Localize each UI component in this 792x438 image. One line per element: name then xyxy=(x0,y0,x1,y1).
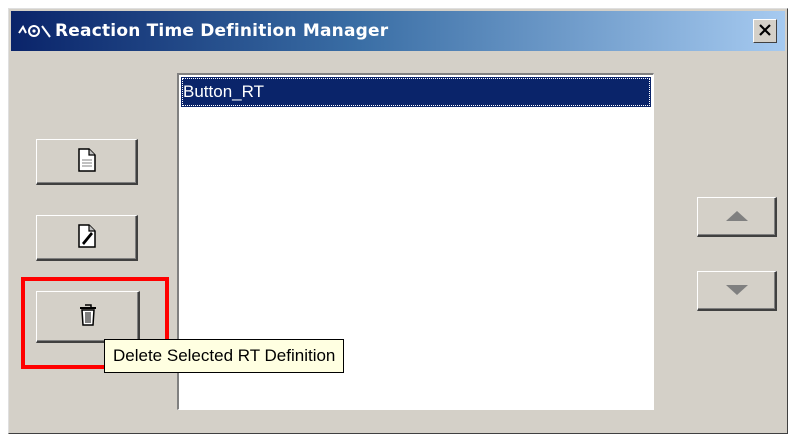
list-item[interactable]: Button_RT xyxy=(181,77,651,107)
title-bar[interactable]: Reaction Time Definition Manager xyxy=(11,11,785,51)
move-up-button[interactable] xyxy=(697,197,777,237)
edit-document-icon xyxy=(77,223,97,252)
close-icon xyxy=(758,22,772,41)
move-down-button[interactable] xyxy=(697,271,777,311)
reaction-time-definition-manager-window: Reaction Time Definition Manager Button_… xyxy=(8,8,788,434)
close-button[interactable] xyxy=(753,19,777,43)
new-document-icon xyxy=(77,147,97,176)
new-definition-button[interactable] xyxy=(36,139,138,185)
arrow-up-icon xyxy=(725,207,749,226)
edit-definition-button[interactable] xyxy=(36,215,138,261)
arrow-down-icon xyxy=(725,281,749,300)
delete-tooltip: Delete Selected RT Definition xyxy=(104,339,345,373)
window-title: Reaction Time Definition Manager xyxy=(55,21,389,41)
waveform-icon xyxy=(15,21,55,41)
